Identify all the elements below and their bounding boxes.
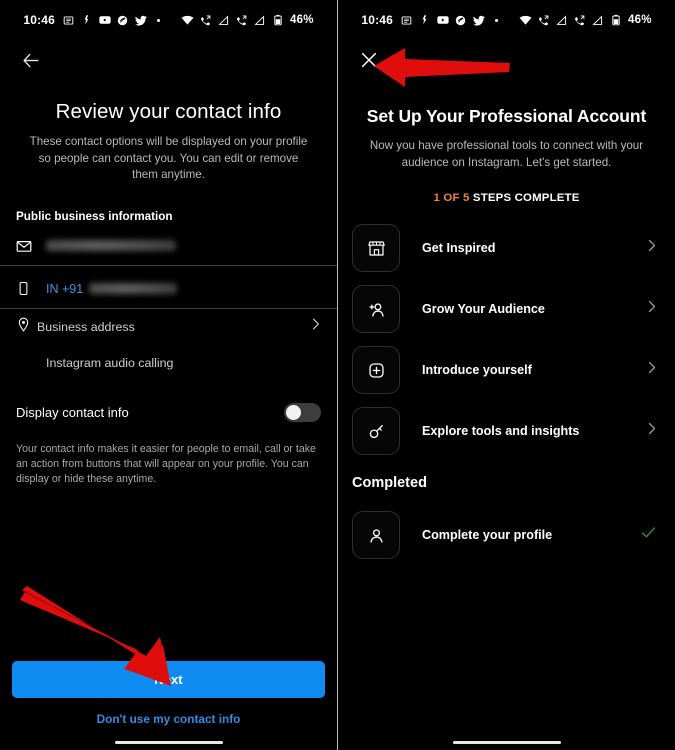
next-button[interactable]: Next	[12, 661, 325, 698]
chevron-right-icon	[647, 420, 661, 442]
missed-call-2-icon	[235, 14, 248, 27]
email-field[interactable]: redacted@gmail.com	[0, 227, 337, 266]
fitness-icon	[80, 14, 93, 27]
chevron-right-icon	[647, 237, 661, 259]
storefront-icon	[352, 224, 400, 272]
page-title: Review your contact info	[55, 100, 282, 123]
missed-call-2-icon	[573, 14, 586, 27]
signal-icon	[217, 14, 230, 27]
fitness-icon	[418, 14, 431, 27]
task-label: Explore tools and insights	[422, 424, 580, 438]
plus-square-icon	[352, 346, 400, 394]
task-row-get-inspired[interactable]: Get Inspired	[352, 222, 661, 274]
status-clock-right: 10:46	[361, 13, 394, 27]
missed-call-icon	[537, 14, 550, 27]
missed-call-icon	[199, 14, 212, 27]
battery-percent: 46%	[290, 14, 314, 26]
dot-icon	[490, 14, 503, 27]
wifi-icon	[181, 14, 194, 27]
battery-icon	[609, 14, 622, 27]
display-contact-info-toggle[interactable]	[284, 402, 321, 422]
chevron-right-icon	[647, 359, 661, 381]
home-indicator	[114, 741, 223, 744]
chevron-right-icon	[311, 316, 321, 337]
display-contact-info-label: Display contact info	[16, 404, 129, 420]
chevron-right-icon	[647, 298, 661, 320]
dont-use-contact-info-link[interactable]: Don't use my contact info	[12, 698, 325, 726]
youtube-icon	[436, 14, 449, 27]
task-row-explore-tools-and-insights[interactable]: Explore tools and insights	[352, 405, 661, 457]
music-icon	[116, 14, 129, 27]
music-icon	[454, 14, 467, 27]
left-phone-screen: 10:46 46% Review your contact info These…	[0, 0, 338, 750]
email-icon	[16, 238, 40, 254]
task-label: Complete your profile	[422, 528, 553, 542]
person-icon	[352, 511, 400, 559]
phone-field[interactable]: IN +91 000 000 0000	[0, 270, 337, 309]
wifi-icon	[519, 14, 532, 27]
status-clock: 10:46	[23, 13, 56, 27]
professional-account-subtitle: Now you have professional tools to conne…	[369, 139, 644, 169]
steps-progress-text: 1 OF 5 STEPS COMPLETE	[338, 171, 675, 204]
business-address-row[interactable]: Business address	[0, 309, 337, 345]
task-row-introduce-yourself[interactable]: Introduce yourself	[352, 344, 661, 396]
back-arrow-icon[interactable]	[16, 45, 46, 75]
right-bottom-area	[338, 726, 675, 750]
youtube-icon	[98, 14, 111, 27]
completed-heading: Completed	[352, 475, 427, 491]
add-person-icon	[352, 285, 400, 333]
dual-screenshot-container: 10:46 46% Review your contact info These…	[0, 0, 675, 750]
task-label: Introduce yourself	[422, 363, 532, 377]
news-icon	[62, 14, 75, 27]
task-row-complete-your-profile[interactable]: Complete your profile	[352, 509, 661, 561]
twitter-icon	[134, 14, 147, 27]
completed-task-list: Complete your profile	[338, 491, 675, 561]
professional-account-title: Set Up Your Professional Account	[366, 106, 647, 126]
battery-icon	[271, 14, 284, 27]
display-contact-info-row: Display contact info	[0, 381, 337, 422]
contact-info-helper-text: Your contact info makes it easier for pe…	[16, 442, 316, 485]
home-indicator	[452, 741, 561, 744]
instagram-audio-calling-label: Instagram audio calling	[46, 355, 174, 370]
left-nav-row	[0, 38, 337, 82]
instagram-audio-calling-row: Instagram audio calling	[0, 345, 337, 381]
business-address-label: Business address	[37, 319, 135, 334]
section-label-public-business-information: Public business information	[16, 209, 173, 223]
task-label: Grow Your Audience	[422, 302, 545, 316]
signal-2-icon	[253, 14, 266, 27]
phone-icon	[16, 281, 40, 296]
news-icon	[400, 14, 413, 27]
left-bottom-actions: Next Don't use my contact info	[0, 661, 337, 750]
signal-icon	[555, 14, 568, 27]
task-list: Get Inspired Grow Your Audience Introduc…	[338, 204, 675, 457]
check-icon	[640, 524, 661, 546]
right-nav-row	[338, 38, 675, 82]
status-bar-right: 10:46 46%	[338, 0, 675, 38]
location-pin-icon	[16, 317, 31, 337]
twitter-icon	[472, 14, 485, 27]
steps-progress-rest: STEPS COMPLETE	[469, 192, 580, 204]
toggle-knob	[286, 404, 301, 420]
battery-percent-right: 46%	[628, 14, 652, 26]
steps-progress-count: 1 OF 5	[433, 192, 470, 204]
email-value-redacted: redacted@gmail.com	[46, 240, 176, 251]
phone-country-prefix: IN +91	[46, 281, 84, 296]
page-subtitle: These contact options will be displayed …	[29, 135, 308, 181]
task-row-grow-your-audience[interactable]: Grow Your Audience	[352, 283, 661, 335]
right-phone-screen: 10:46 46% Set Up Your Professional Accou…	[338, 0, 675, 750]
close-icon[interactable]	[354, 45, 384, 75]
key-icon	[352, 407, 400, 455]
dot-icon	[152, 14, 165, 27]
signal-2-icon	[591, 14, 604, 27]
task-label: Get Inspired	[422, 241, 496, 255]
status-bar-left: 10:46 46%	[0, 0, 337, 38]
phone-value-redacted: 000 000 0000	[89, 283, 178, 294]
